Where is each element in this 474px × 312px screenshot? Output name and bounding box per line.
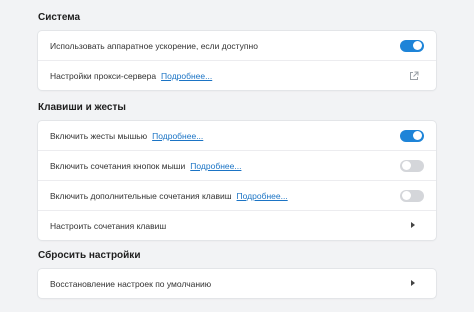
extra-shortcuts-toggle[interactable] <box>400 189 424 202</box>
mouse-gestures-label: Включить жесты мышью <box>50 130 148 141</box>
configure-shortcuts-label: Настроить сочетания клавиш <box>50 220 167 231</box>
hardware-acceleration-row[interactable]: Использовать аппаратное ускорение, если … <box>38 31 436 60</box>
hardware-acceleration-toggle[interactable] <box>400 39 424 52</box>
toggle-knob <box>402 191 411 200</box>
section-title-reset: Сбросить настройки <box>38 250 141 261</box>
mouse-gestures-row[interactable]: Включить жесты мышью Подробнее... <box>38 121 436 150</box>
mouse-button-combos-toggle[interactable] <box>400 159 424 172</box>
keys-gestures-card: Включить жесты мышью Подробнее... Включи… <box>38 121 436 240</box>
toggle-knob <box>413 131 422 140</box>
system-card: Использовать аппаратное ускорение, если … <box>38 31 436 90</box>
extra-shortcuts-label: Включить дополнительные сочетания клавиш <box>50 190 232 201</box>
mouse-button-combos-row[interactable]: Включить сочетания кнопок мыши Подробнее… <box>38 150 436 180</box>
chevron-right-icon <box>411 221 415 228</box>
mouse-button-combos-label: Включить сочетания кнопок мыши <box>50 160 186 171</box>
restore-defaults-row[interactable]: Восстановление настроек по умолчанию <box>38 269 436 298</box>
toggle-knob <box>402 161 411 170</box>
hardware-acceleration-label: Использовать аппаратное ускорение, если … <box>50 40 258 51</box>
proxy-settings-row[interactable]: Настройки прокси-сервера Подробнее... <box>38 60 436 90</box>
proxy-settings-label: Настройки прокси-сервера <box>50 70 157 81</box>
extra-shortcuts-more-link[interactable]: Подробнее... <box>237 191 288 201</box>
configure-shortcuts-row[interactable]: Настроить сочетания клавиш <box>38 210 436 240</box>
external-link-icon[interactable] <box>409 71 419 81</box>
section-title-keys-gestures: Клавиши и жесты <box>38 102 126 113</box>
proxy-more-link[interactable]: Подробнее... <box>161 71 212 81</box>
toggle-knob <box>413 41 422 50</box>
restore-defaults-label: Восстановление настроек по умолчанию <box>50 278 212 289</box>
mouse-gestures-toggle[interactable] <box>400 129 424 142</box>
extra-shortcuts-row[interactable]: Включить дополнительные сочетания клавиш… <box>38 180 436 210</box>
section-title-system: Система <box>38 12 81 23</box>
chevron-right-icon <box>411 279 415 286</box>
mouse-button-combos-more-link[interactable]: Подробнее... <box>190 161 241 171</box>
mouse-gestures-more-link[interactable]: Подробнее... <box>152 131 203 141</box>
reset-card: Восстановление настроек по умолчанию <box>38 269 436 298</box>
